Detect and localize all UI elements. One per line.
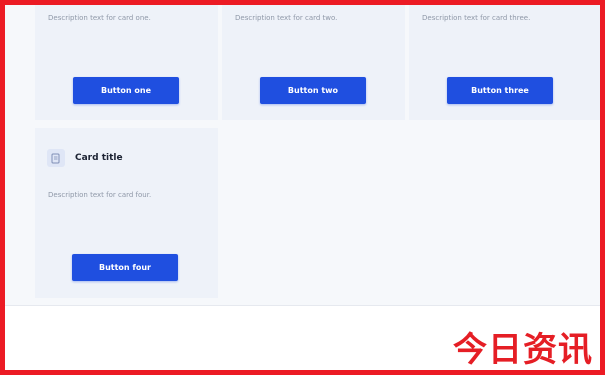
service-card-4: Card title Description text for card fou… [35, 128, 218, 298]
service-card-title: Card title [75, 153, 123, 163]
brand-watermark: 今日资讯 [453, 330, 593, 370]
service-card-description: Description text for card two. [235, 14, 338, 22]
primary-action-button[interactable]: Button one [73, 77, 179, 104]
service-card-header: Card title [47, 149, 123, 167]
services-panel: Description text for card one. Button on… [5, 0, 600, 306]
primary-action-button[interactable]: Button two [260, 77, 366, 104]
primary-action-button[interactable]: Button four [72, 254, 178, 281]
service-card-description: Description text for card one. [48, 14, 151, 22]
service-card-1: Description text for card one. Button on… [35, 0, 218, 120]
primary-action-button[interactable]: Button three [447, 77, 553, 104]
service-card-description: Description text for card three. [422, 14, 531, 22]
service-card-3: Description text for card three. Button … [409, 0, 600, 120]
document-shield-icon [47, 149, 65, 167]
service-card-description: Description text for card four. [48, 191, 152, 199]
service-card-2: Description text for card two. Button tw… [222, 0, 405, 120]
